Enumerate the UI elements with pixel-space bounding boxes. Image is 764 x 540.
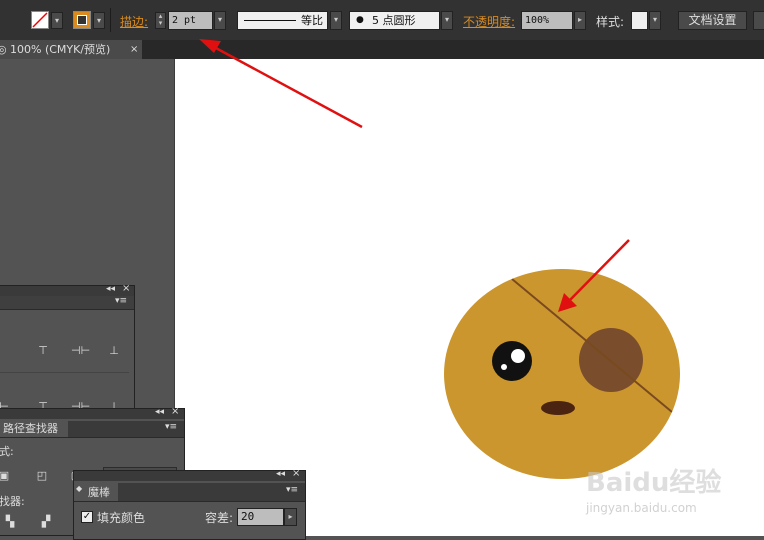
annotation-arrow-head-1 xyxy=(199,39,221,53)
close-icon[interactable]: × xyxy=(171,406,179,417)
align-panel-tabbar: ▾≡ xyxy=(0,296,134,310)
watermark-brand: Baidu经验 xyxy=(586,468,722,498)
align-bottom-icon[interactable]: ⊥ xyxy=(107,344,121,358)
magic-wand-panel: ◂◂ × ◆ 魔棒 ▾≡ ✓ 填充颜色 容差: 20 ▸ xyxy=(73,468,306,540)
collapse-icon[interactable]: ◂◂ xyxy=(106,284,115,294)
magic-wand-tab-label: 魔棒 xyxy=(88,486,110,499)
annotation-arrow-line-1 xyxy=(213,45,363,129)
pathfinder-panel-tabbar: 路径查找器 ▾≡ xyxy=(0,421,184,438)
baidu-watermark: Baidu经验 jingyan.baidu.com xyxy=(586,462,762,522)
panel-menu-icon[interactable]: ▾≡ xyxy=(115,296,127,306)
collapse-icon[interactable]: ◂◂ xyxy=(276,469,285,479)
tolerance-field[interactable]: 20 xyxy=(237,508,284,526)
tolerance-label: 容差: xyxy=(205,511,234,525)
divider xyxy=(0,372,129,373)
close-icon[interactable]: × xyxy=(292,468,300,479)
fill-color-label: 填充颜色 xyxy=(97,511,146,525)
fill-color-checkbox[interactable]: ✓ xyxy=(81,511,93,523)
eye-highlight-large xyxy=(511,349,525,363)
mouth[interactable] xyxy=(541,401,575,415)
magic-wand-tab[interactable]: ◆ 魔棒 xyxy=(74,483,118,501)
magic-wand-panel-header[interactable]: ◂◂ × xyxy=(74,468,305,481)
panel-menu-icon[interactable]: ▾≡ xyxy=(165,422,177,432)
close-icon[interactable]: × xyxy=(122,283,130,294)
unite-icon[interactable]: ▣ xyxy=(0,469,11,483)
align-top-icon[interactable]: ⊤ xyxy=(36,344,50,358)
align-panel: ◂◂ × ▾≡ ⊤ ⊣⊢ ⊥ ⊢ ⊤ ⊣⊢ ⊥ xyxy=(0,283,135,426)
pathfinder-tab[interactable]: 路径查找器 xyxy=(0,421,68,437)
panel-menu-icon[interactable]: ▾≡ xyxy=(286,485,298,495)
magic-wand-panel-tabbar: ◆ 魔棒 ▾≡ xyxy=(74,483,305,502)
minus-front-icon[interactable]: ◰ xyxy=(35,469,49,483)
collapse-icon[interactable]: ◂◂ xyxy=(155,407,164,417)
tab-toggle-icon: ◆ xyxy=(76,484,83,493)
divide-icon[interactable]: ▚ xyxy=(3,515,17,529)
trim-icon[interactable]: ▞ xyxy=(39,515,53,529)
shape-modes-label: 式: xyxy=(0,445,14,458)
pathfinder-panel-header[interactable]: ◂◂ × xyxy=(0,406,184,419)
pathfinders-label: 找器: xyxy=(0,495,25,508)
watermark-url: jingyan.baidu.com xyxy=(586,501,697,515)
align-panel-header[interactable]: ◂◂ × xyxy=(0,283,134,296)
tolerance-dropdown[interactable]: ▸ xyxy=(284,508,297,526)
align-vcenter-icon[interactable]: ⊣⊢ xyxy=(71,344,90,358)
left-eye[interactable] xyxy=(492,341,532,381)
eye-highlight-small xyxy=(501,364,507,370)
